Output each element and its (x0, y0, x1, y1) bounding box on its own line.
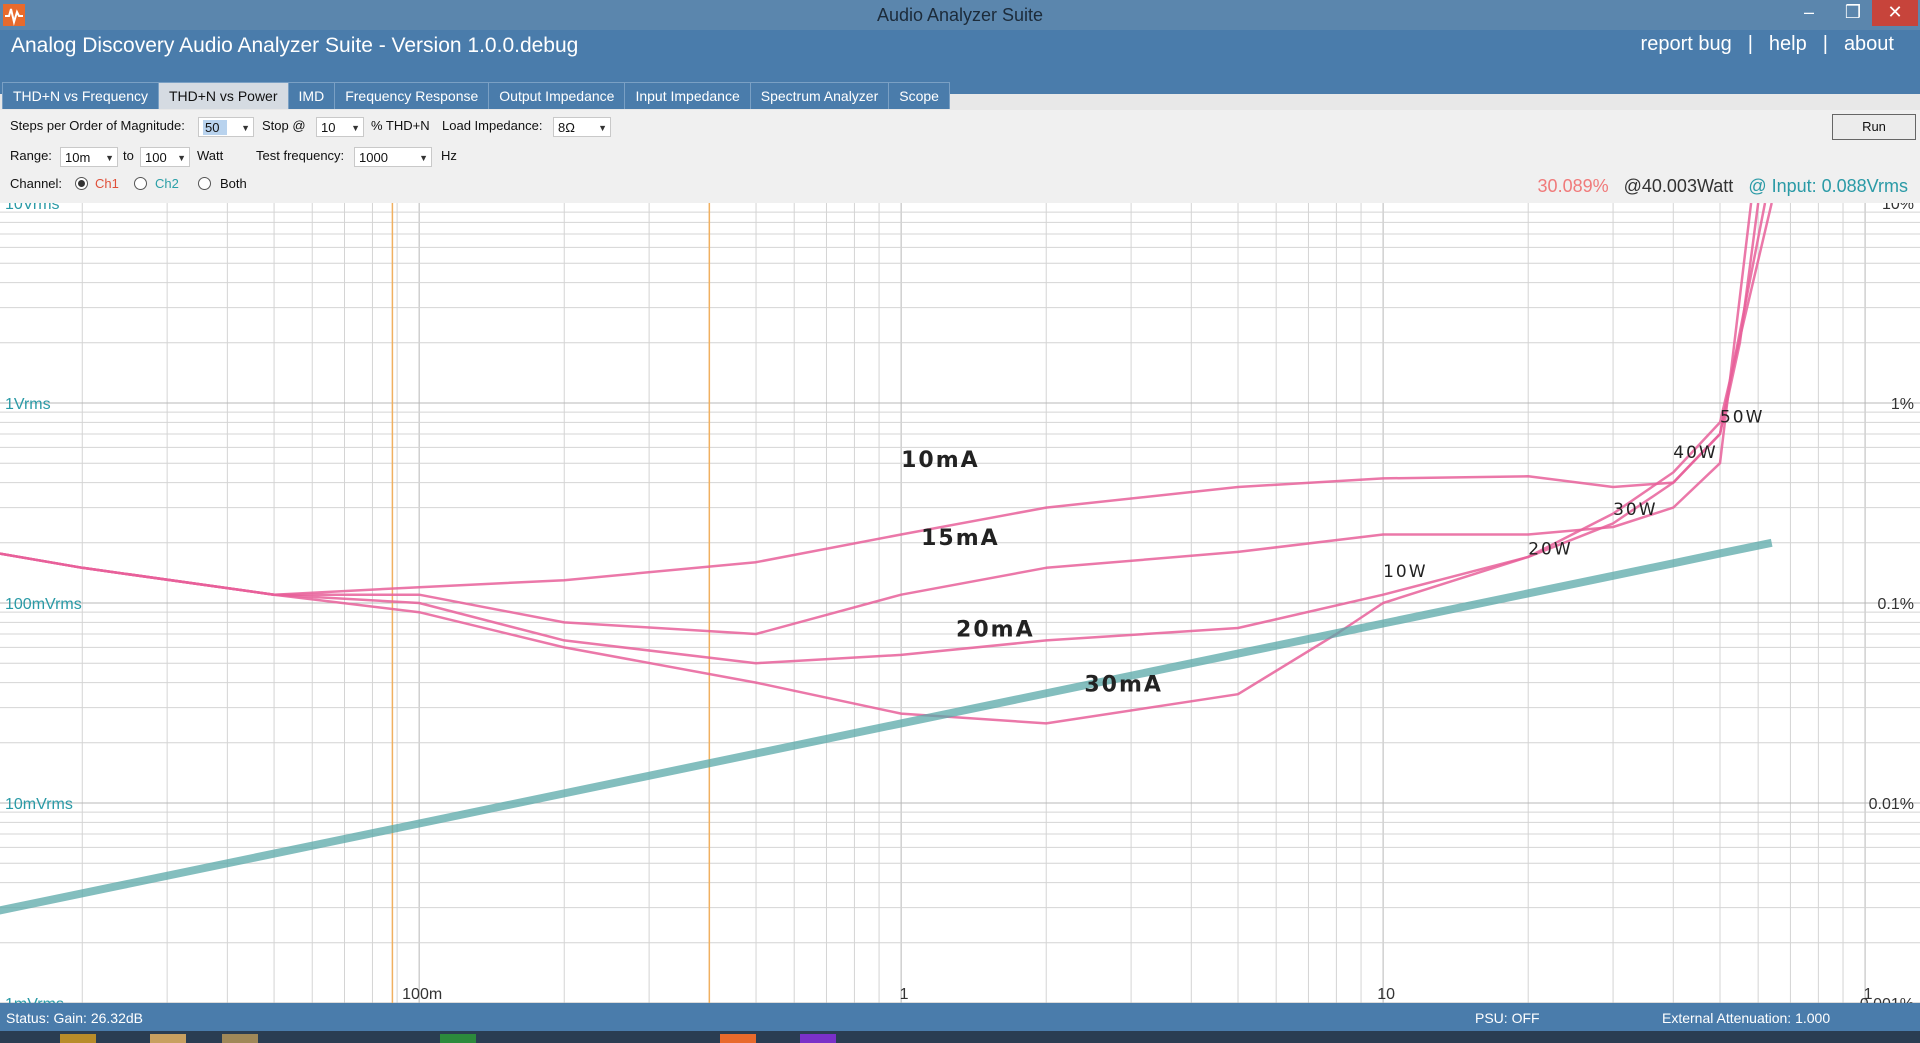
ch1-label: Ch1 (95, 176, 119, 191)
ch1-radio[interactable] (75, 177, 88, 190)
ch2-label: Ch2 (155, 176, 179, 191)
curve-annotation: 50W (1720, 407, 1764, 427)
load-dropdown[interactable]: 8Ω ▼ (553, 117, 611, 137)
input-readout: @ Input: 0.088Vrms (1748, 176, 1908, 196)
curve-annotation: 20mA (956, 617, 1035, 642)
both-label: Both (220, 176, 247, 191)
window-title: Audio Analyzer Suite (876, 5, 1044, 25)
range-from-dropdown[interactable]: 10m ▼ (60, 147, 118, 167)
taskbar-app-icon[interactable] (440, 1034, 476, 1043)
controls-panel: Steps per Order of Magnitude: 50 ▼ Stop … (0, 110, 1920, 203)
curve-annotation: 20W (1528, 539, 1572, 559)
y-right-tick-label: 0.1% (1878, 596, 1914, 613)
y-left-tick-label: 100mVrms (5, 596, 82, 613)
chevron-down-icon: ▼ (241, 123, 250, 133)
stop-value: 10 (321, 120, 336, 135)
y-left-tick-label: 1Vrms (5, 396, 51, 413)
taskbar-app-icon[interactable] (222, 1034, 258, 1043)
frequency-dropdown[interactable]: 1000 ▼ (354, 147, 432, 167)
x-tick-label: 10 (1377, 986, 1395, 1003)
tab-frequency-response[interactable]: Frequency Response (334, 82, 490, 109)
stop-label: Stop @ (262, 118, 306, 133)
link-separator: | (1822, 33, 1828, 55)
thd-vs-power-plot[interactable]: 10Vrms 1Vrms 100mVrms 10mVrms 1mVrms 10% 1% 0.1… (0, 203, 1920, 1003)
curve-annotation: 40W (1673, 443, 1717, 463)
header-links: report bug | help | about (1633, 33, 1902, 56)
stop-unit: % THD+N (371, 118, 430, 133)
range-unit: Watt (197, 148, 224, 163)
close-button[interactable]: ✕ (1872, 0, 1918, 26)
tab-spectrum-analyzer[interactable]: Spectrum Analyzer (749, 82, 890, 109)
stop-dropdown[interactable]: 10 ▼ (316, 117, 364, 137)
tab-thd-vs-frequency[interactable]: THD+N vs Frequency (2, 82, 159, 109)
minimize-button[interactable]: – (1788, 0, 1830, 26)
tab-strip: THD+N vs Frequency THD+N vs Power IMD Fr… (2, 82, 950, 110)
about-link[interactable]: about (1844, 33, 1894, 55)
channel-label: Channel: (10, 176, 63, 191)
frequency-value: 1000 (359, 150, 388, 165)
taskbar-app-icon[interactable] (150, 1034, 186, 1043)
tab-output-impedance[interactable]: Output Impedance (488, 82, 626, 109)
run-button[interactable]: Run (1832, 114, 1916, 140)
taskbar-app-icon[interactable] (800, 1034, 836, 1043)
y-left-tick-label: 10mVrms (5, 796, 73, 813)
frequency-label: Test frequency: (256, 148, 345, 163)
chevron-down-icon: ▼ (598, 123, 607, 133)
os-taskbar (0, 1031, 1920, 1043)
range-to-label: to (123, 148, 134, 163)
y-left-tick-label: 10Vrms (5, 203, 60, 213)
chevron-down-icon: ▼ (419, 153, 428, 163)
tab-input-impedance[interactable]: Input Impedance (624, 82, 751, 109)
x-tick-label: 1 (900, 986, 909, 1003)
chart-svg: 10Vrms 1Vrms 100mVrms 10mVrms 1mVrms 10% 1% 0.1… (0, 203, 1920, 1003)
tab-thd-vs-power[interactable]: THD+N vs Power (157, 82, 289, 109)
x-tick-label: 1 (1864, 986, 1873, 1003)
gain-status: Status: Gain: 26.32dB (6, 1010, 143, 1026)
status-bar: Status: Gain: 26.32dB PSU: OFF External … (0, 1003, 1920, 1031)
range-from-value: 10m (65, 150, 91, 165)
power-readout: @40.003Watt (1623, 176, 1734, 196)
thd-readout: 30.089% (1537, 176, 1609, 196)
y-right-tick-label: 1% (1891, 396, 1914, 413)
y-right-tick-label: 0.01% (1869, 796, 1914, 813)
tab-scope[interactable]: Scope (888, 82, 950, 109)
both-radio[interactable] (198, 177, 211, 190)
help-link[interactable]: help (1769, 33, 1807, 55)
curve-annotation: 10W (1383, 562, 1427, 582)
curve-annotation: 30mA (1084, 673, 1163, 698)
load-value: 8Ω (558, 120, 575, 135)
taskbar-app-icon[interactable] (60, 1034, 96, 1043)
attenuation-status: External Attenuation: 1.000 (1662, 1010, 1831, 1026)
link-separator: | (1747, 33, 1753, 55)
steps-label: Steps per Order of Magnitude: (10, 118, 185, 133)
chevron-down-icon: ▼ (351, 123, 360, 133)
measurement-readout: 30.089% @40.003Watt @ Input: 0.088Vrms (1538, 176, 1908, 197)
app-heading: Analog Discovery Audio Analyzer Suite - … (11, 34, 579, 57)
x-tick-label: 100m (402, 986, 442, 1003)
window-titlebar: Audio Analyzer Suite – ❒ ✕ (0, 0, 1920, 30)
steps-value: 50 (203, 120, 228, 135)
steps-dropdown[interactable]: 50 ▼ (198, 117, 254, 137)
maximize-button[interactable]: ❒ (1832, 0, 1874, 26)
report-bug-link[interactable]: report bug (1641, 33, 1732, 55)
curve-annotation: 30W (1613, 500, 1657, 520)
chevron-down-icon: ▼ (177, 153, 186, 163)
curve-annotation: 10mA (901, 448, 980, 473)
range-label: Range: (10, 148, 52, 163)
range-to-dropdown[interactable]: 100 ▼ (140, 147, 190, 167)
psu-status: PSU: OFF (1475, 1010, 1540, 1026)
load-label: Load Impedance: (442, 118, 543, 133)
y-right-tick-label: 10% (1882, 203, 1914, 213)
range-to-value: 100 (145, 150, 167, 165)
chevron-down-icon: ▼ (105, 153, 114, 163)
ch2-radio[interactable] (134, 177, 147, 190)
taskbar-app-icon[interactable] (720, 1034, 756, 1043)
y-left-tick-label: 1mVrms (5, 996, 64, 1003)
curve-annotation: 15mA (921, 526, 1000, 551)
frequency-unit: Hz (441, 148, 457, 163)
tab-imd[interactable]: IMD (287, 82, 336, 109)
